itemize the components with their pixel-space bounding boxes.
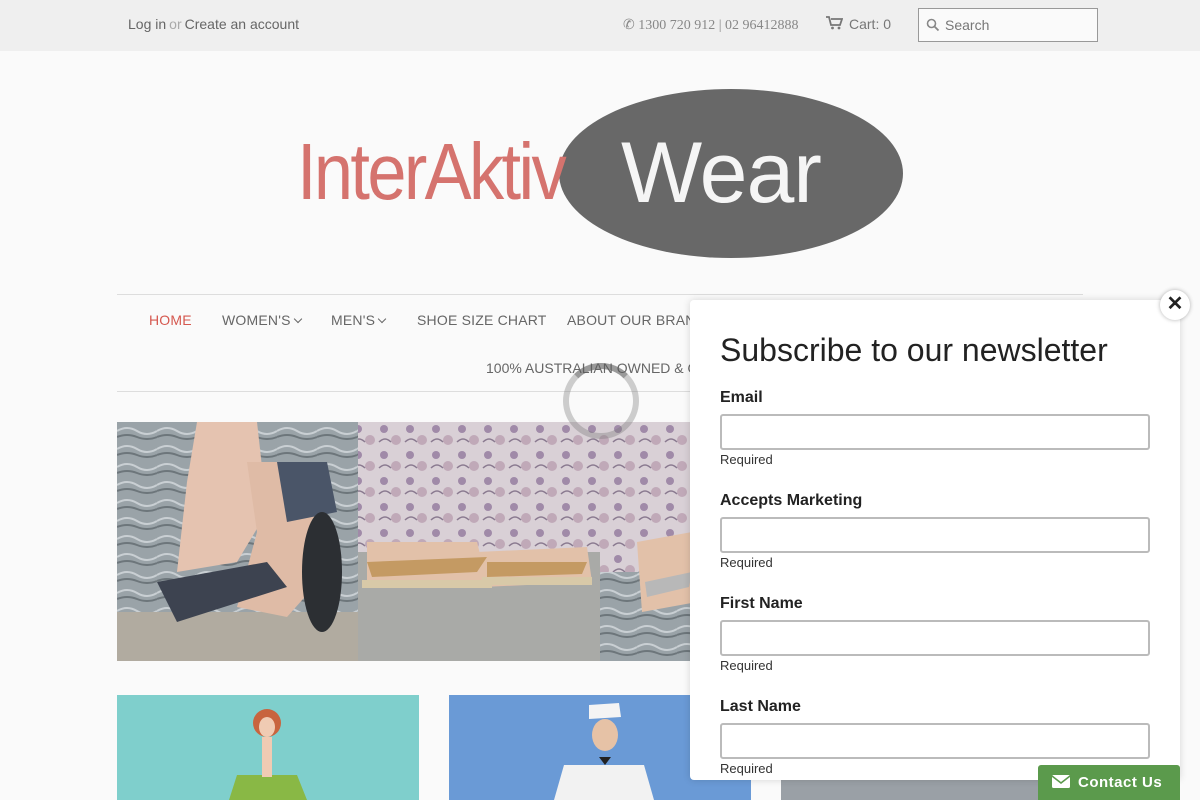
email-label: Email — [720, 389, 763, 406]
last-name-required: Required — [720, 761, 773, 776]
accepts-marketing-required: Required — [720, 555, 773, 570]
womens-tile-image — [229, 709, 307, 800]
accepts-marketing-field[interactable] — [720, 517, 1150, 553]
last-name-field[interactable] — [720, 723, 1150, 759]
last-name-label: Last Name — [720, 698, 801, 715]
nav-shoe-size-chart[interactable]: SHOE SIZE CHART — [417, 312, 547, 328]
search-input[interactable] — [945, 15, 1093, 35]
popup-close-button[interactable]: ✕ — [1160, 290, 1190, 320]
login-link[interactable]: Log in — [128, 16, 166, 32]
search-icon — [926, 18, 940, 32]
loading-spinner — [563, 363, 639, 439]
create-account-link[interactable]: Create an account — [185, 16, 299, 32]
cart-icon — [826, 16, 844, 30]
nav-mens-label: MEN'S — [331, 312, 376, 328]
nav-shoe-size-label: SHOE SIZE CHART — [417, 312, 547, 328]
accepts-marketing-label: Accepts Marketing — [720, 492, 863, 509]
logo-text-wear: Wear — [621, 125, 822, 221]
email-field[interactable] — [720, 414, 1150, 450]
nav-home-label: HOME — [149, 312, 192, 328]
first-name-field[interactable] — [720, 620, 1150, 656]
product-tile-womens[interactable] — [117, 695, 419, 800]
nav-about-our-brand[interactable]: ABOUT OUR BRAND — [567, 312, 706, 328]
chevron-down-icon — [377, 314, 387, 324]
nav-home[interactable]: HOME — [149, 312, 192, 328]
search-box — [918, 8, 1098, 42]
nav-womens-label: WOMEN'S — [222, 312, 291, 328]
phone-icon: ✆ — [623, 18, 635, 33]
newsletter-popup: Subscribe to our newsletter Email Requir… — [690, 300, 1180, 780]
cart-label: Cart: 0 — [849, 16, 892, 32]
logo-text-interaktiv: InterAktiv — [297, 127, 567, 216]
envelope-icon — [1052, 775, 1070, 788]
nav-womens[interactable]: WOMEN'S — [222, 312, 302, 328]
contact-us-label: Contact Us — [1078, 774, 1163, 791]
nav-mens[interactable]: MEN'S — [331, 312, 387, 328]
account-links: Log in or Create an account — [128, 16, 299, 32]
popup-title: Subscribe to our newsletter — [720, 332, 1108, 368]
phone-text: 1300 720 912 | 02 96412888 — [638, 18, 799, 33]
phone-number: ✆ 1300 720 912 | 02 96412888 — [623, 17, 799, 34]
contact-us-button[interactable]: Contact Us — [1038, 765, 1180, 800]
nav-about-label: ABOUT OUR BRAND — [567, 312, 706, 328]
close-icon: ✕ — [1166, 293, 1184, 315]
first-name-label: First Name — [720, 595, 803, 612]
first-name-required: Required — [720, 658, 773, 673]
chevron-down-icon — [293, 314, 302, 324]
email-required: Required — [720, 452, 773, 467]
top-bar: Log in or Create an account ✆ 1300 720 912… — [0, 0, 1200, 51]
site-logo[interactable]: InterAktiv Wear — [297, 88, 907, 260]
cart-link[interactable]: Cart: 0 — [826, 16, 891, 32]
or-text: or — [169, 16, 182, 32]
